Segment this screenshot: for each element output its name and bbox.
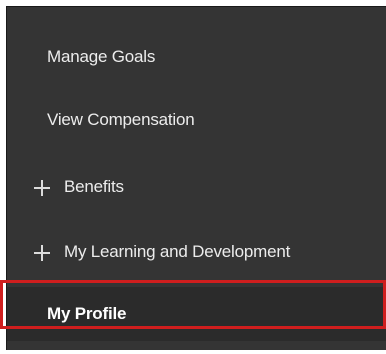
menu-item-my-profile[interactable]: My Profile	[7, 287, 386, 341]
menu-item-label: View Compensation	[47, 110, 195, 129]
plus-icon[interactable]	[34, 245, 50, 261]
menu-item-view-compensation[interactable]: View Compensation	[7, 87, 386, 153]
menu-item-label: My Learning and Development	[64, 242, 291, 261]
menu-item-benefits[interactable]: Benefits	[7, 154, 386, 220]
menu-item-label: Benefits	[64, 177, 124, 196]
plus-icon[interactable]	[34, 180, 50, 196]
menu-item-label: Manage Goals	[47, 47, 156, 66]
menu-item-manage-goals[interactable]: Manage Goals	[7, 24, 386, 90]
navigation-menu: Manage Goals View Compensation Benefits …	[6, 6, 386, 350]
menu-item-my-learning-and-development[interactable]: My Learning and Development	[7, 219, 386, 285]
menu-item-label: My Profile	[47, 304, 127, 323]
